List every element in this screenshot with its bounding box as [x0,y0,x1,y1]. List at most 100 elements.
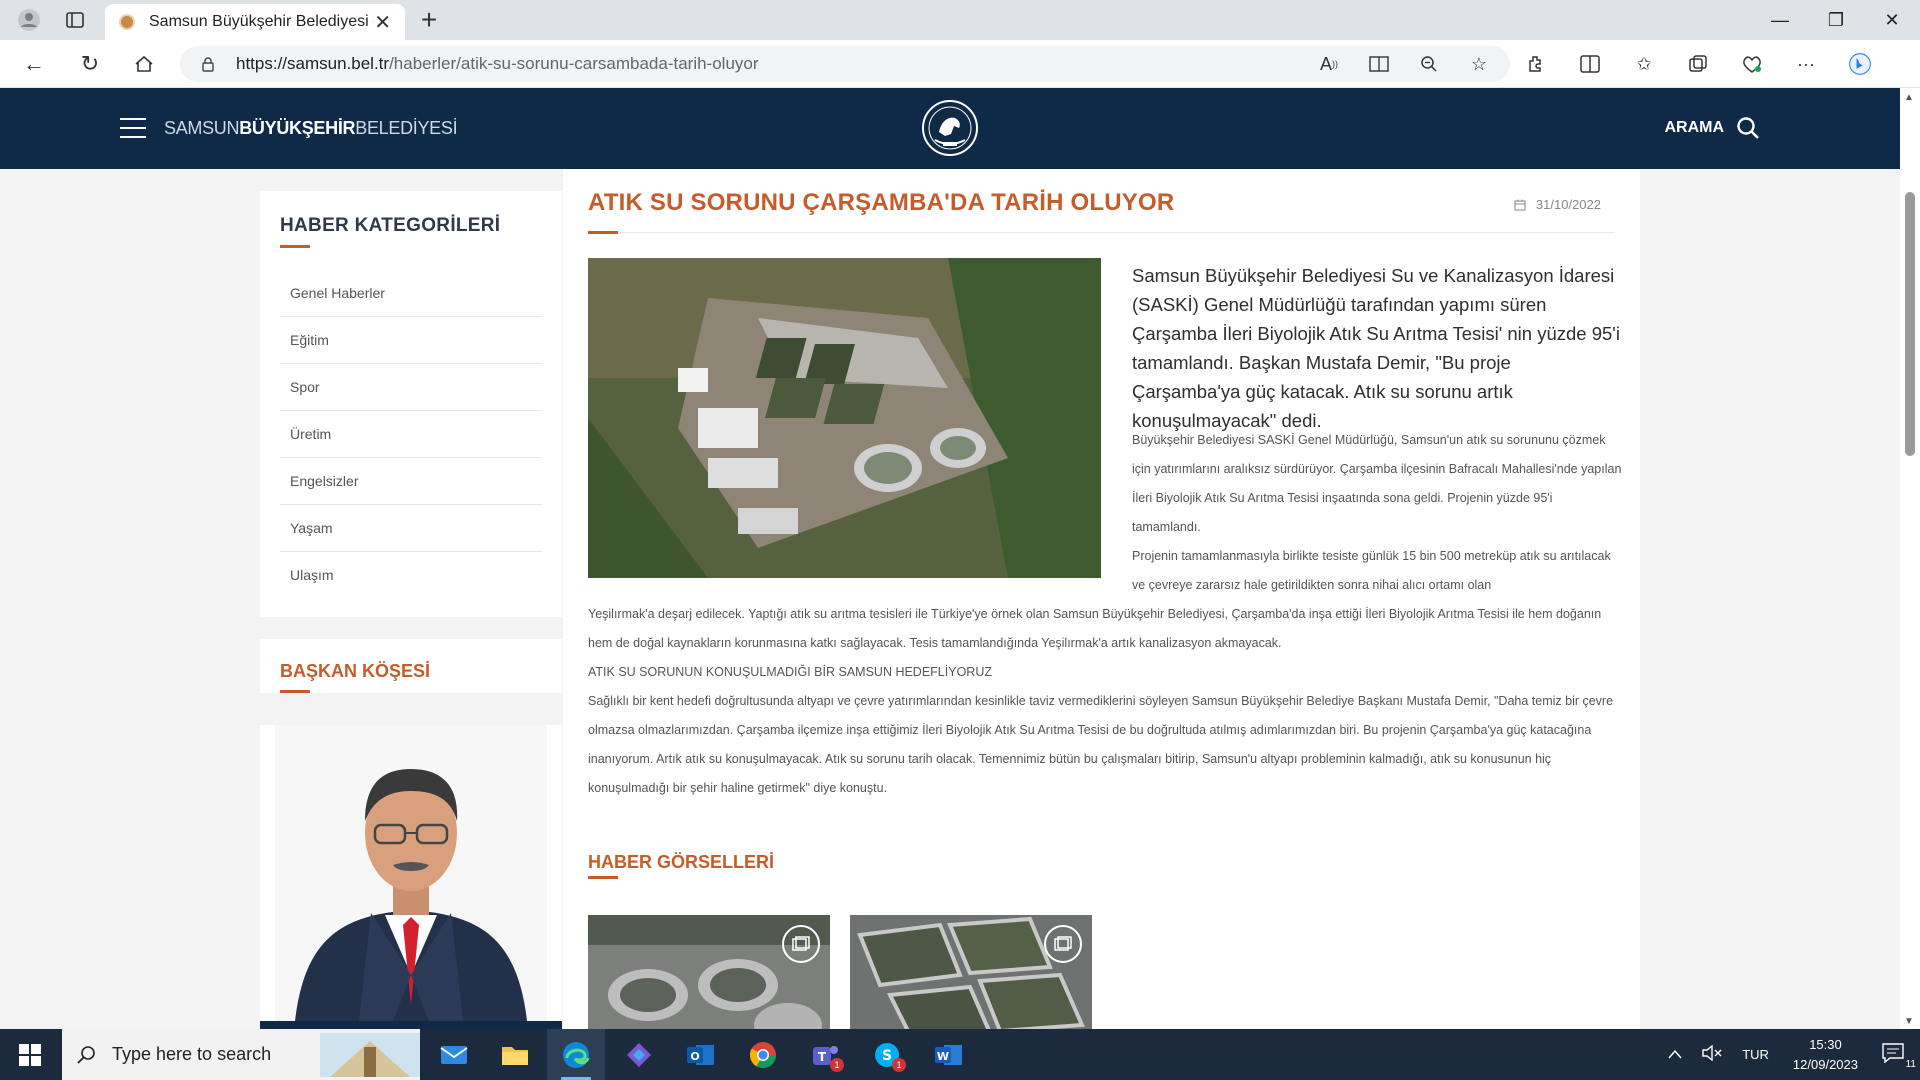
split-screen-icon[interactable] [1579,53,1601,75]
article-header: ATIK SU SORUNU ÇARŞAMBA'DA TARİH OLUYOR … [588,183,1615,234]
clock-date: 12/09/2023 [1792,1056,1858,1072]
browser-toolbar: ← ↻ https://samsun.bel.tr/haberler/atik-… [0,40,1920,88]
svg-text:T: T [818,1050,827,1064]
article-subheading: ATIK SU SORUNUN KONUŞULMADIĞI BİR SAMSUN… [588,665,992,679]
browser-tabstrip: Samsun Büyükşehir Belediyesi - ✕ + — ❐ ✕ [0,0,1920,40]
category-uretim[interactable]: Üretim [280,411,542,458]
mayor-title-underline [280,690,310,693]
gallery-thumbnail[interactable] [588,915,830,1029]
taskbar-edge-icon[interactable] [547,1029,605,1080]
logo-part-buyuksehir: BÜYÜKŞEHİR [239,118,356,138]
search-button[interactable]: ARAMA [1664,116,1760,140]
collections-icon[interactable] [1687,53,1709,75]
article-date: 31/10/2022 [1514,197,1601,212]
address-bar[interactable]: https://samsun.bel.tr/haberler/atik-su-s… [180,46,1510,82]
bing-copilot-icon[interactable] [1849,53,1871,75]
taskbar-search-placeholder: Type here to search [112,1044,272,1064]
logo-part-belediyesi: BELEDİYESİ [355,118,458,138]
mayor-corner-title: BAŞKAN KÖŞESİ [280,661,431,681]
skype-badge: 1 [892,1058,906,1072]
windows-logo-icon [19,1043,41,1066]
taskbar-file-explorer-icon[interactable] [486,1029,544,1080]
taskbar-chrome-icon[interactable] [734,1029,792,1080]
taskbar-search-box[interactable]: Type here to search [62,1029,420,1080]
profile-icon[interactable] [6,0,52,40]
tab-close-icon[interactable]: ✕ [374,10,391,35]
category-engelsizler[interactable]: Engelsizler [280,458,542,505]
mayor-photo-bar [260,1021,562,1029]
title-underline [280,245,310,248]
category-ulasim[interactable]: Ulaşım [280,552,542,599]
language-indicator[interactable]: TUR [1732,1047,1779,1062]
close-window-icon[interactable]: ✕ [1864,0,1920,40]
notifications-count: 11 [1905,1059,1916,1070]
teams-badge: 1 [830,1058,844,1072]
gallery-title-underline [588,876,618,879]
zoom-icon[interactable] [1418,53,1440,75]
extensions-icon[interactable] [1525,53,1547,75]
more-menu-icon[interactable]: ··· [1795,53,1817,75]
category-spor[interactable]: Spor [280,364,542,411]
gallery-title: HABER GÖRSELLERİ [588,852,775,872]
scroll-up-icon[interactable]: ▲ [1904,92,1914,103]
start-button[interactable] [0,1029,60,1080]
site-logo[interactable]: SAMSUNBÜYÜKŞEHİRBELEDİYESİ [164,118,458,139]
volume-muted-icon[interactable] [1692,1044,1732,1064]
category-yasam[interactable]: Yaşam [280,505,542,552]
scroll-down-icon[interactable]: ▼ [1904,1016,1914,1027]
categories-title: HABER KATEGORİLERİ [280,215,501,236]
windows-taskbar: Type here to search O T 1 S 1 W TUR 15:3… [0,1029,1920,1080]
lock-icon[interactable] [200,56,216,72]
hamburger-menu-icon[interactable] [120,118,146,138]
gallery-icon [1044,925,1082,963]
tab-actions-icon[interactable] [52,0,98,40]
favorites-icon[interactable]: ✩ [1633,53,1655,75]
favorite-star-icon[interactable]: ☆ [1468,53,1490,75]
browser-tab-active[interactable]: Samsun Büyükşehir Belediyesi - ✕ [105,4,405,40]
article-lead: Samsun Büyükşehir Belediyesi Su ve Kanal… [1132,265,1620,431]
notifications-icon[interactable]: 11 [1872,1043,1920,1070]
taskbar-teams-icon[interactable]: T 1 [796,1029,854,1080]
article-paragraph: Büyükşehir Belediyesi SASKİ Genel Müdürl… [1132,433,1622,534]
tab-title: Samsun Büyükşehir Belediyesi - [149,13,375,30]
taskbar-clock[interactable]: 15:30 12/09/2023 [1779,1035,1872,1075]
show-hidden-icons-icon[interactable] [1658,1047,1692,1062]
svg-text:W: W [937,1050,949,1063]
taskbar-skype-icon[interactable]: S 1 [858,1029,916,1080]
mayor-photo[interactable] [275,725,547,1021]
article-main-photo[interactable] [588,258,1101,578]
search-label: ARAMA [1664,119,1724,136]
mayor-photo-wrap [260,725,562,1021]
refresh-icon[interactable]: ↻ [72,48,108,80]
gallery-thumbnail[interactable] [850,915,1092,1029]
taskbar-outlook-icon[interactable]: O [672,1029,730,1080]
article-paragraph: Projenin tamamlanmasıyla birlikte tesist… [1132,549,1611,592]
url-text[interactable]: https://samsun.bel.tr/haberler/atik-su-s… [236,54,759,74]
article-body-full: Yeşilırmak'a deşarj edilecek. Yaptığı at… [588,600,1628,803]
gallery-icon [782,925,820,963]
municipality-emblem-icon[interactable] [921,98,979,160]
taskbar-copilot-icon[interactable] [610,1029,668,1080]
back-icon[interactable]: ← [16,48,52,80]
minimize-icon[interactable]: — [1752,0,1808,40]
read-aloud-icon[interactable]: A)) [1318,53,1340,75]
browser-essentials-icon[interactable] [1741,53,1763,75]
new-tab-button[interactable]: + [412,4,446,36]
home-icon[interactable] [126,48,162,80]
taskbar-mail-icon[interactable] [425,1029,483,1080]
svg-text:O: O [690,1050,699,1063]
site-favicon-icon [119,14,135,30]
news-categories-card: HABER KATEGORİLERİ Genel Haberler Eğitim… [260,191,562,617]
category-genel-haberler[interactable]: Genel Haberler [280,270,542,317]
article-paragraph: Sağlıklı bir kent hedefi doğrultusunda a… [588,694,1614,795]
clock-time: 15:30 [1809,1036,1842,1052]
scroll-thumb[interactable] [1905,192,1915,456]
page-scrollbar[interactable]: ▲ ▼ [1900,88,1920,1029]
category-egitim[interactable]: Eğitim [280,317,542,364]
system-tray: TUR 15:30 12/09/2023 11 [1658,1029,1920,1080]
calendar-icon [1514,199,1526,211]
restore-icon[interactable]: ❐ [1808,0,1864,40]
immersive-reader-icon[interactable] [1368,53,1390,75]
article-title-underline [588,231,618,234]
taskbar-word-icon[interactable]: W [920,1029,978,1080]
